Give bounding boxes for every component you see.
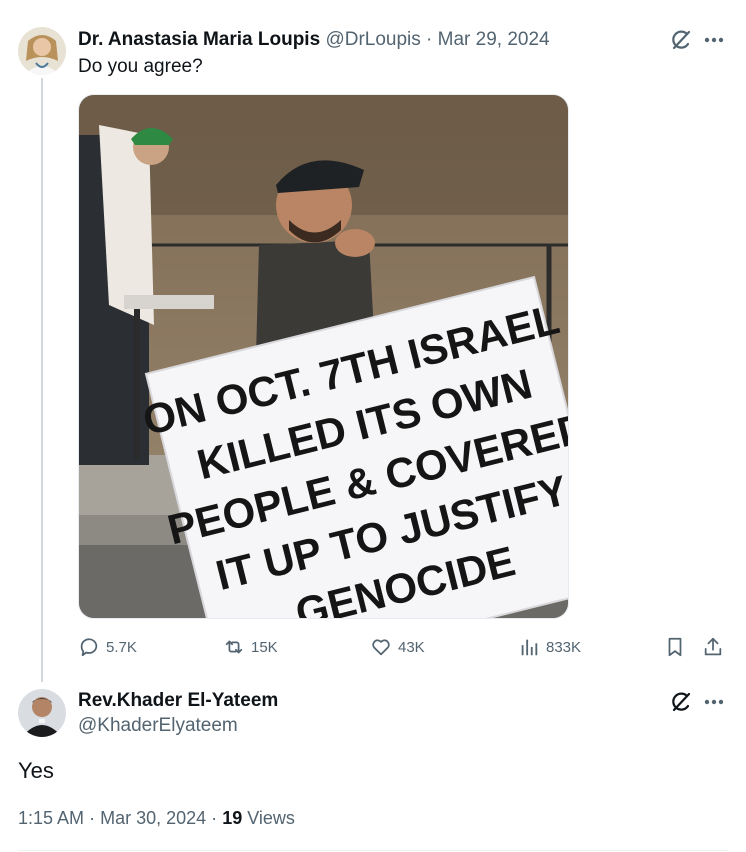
meta-separator: · (211, 808, 218, 828)
grok-icon[interactable] (668, 27, 694, 53)
reply-button[interactable]: 5.7K (78, 633, 137, 661)
more-options-icon[interactable] (701, 689, 727, 715)
tweet-media-photo[interactable]: ON OCT. 7TH ISRAEL KILLED ITS OWN PEOPLE… (78, 94, 569, 619)
grok-icon[interactable] (668, 689, 694, 715)
meta-separator: · (89, 808, 96, 828)
bookmark-icon (668, 637, 682, 657)
repost-button[interactable]: 15K (223, 633, 278, 661)
author-avatar[interactable] (18, 27, 66, 75)
views-chart-icon (521, 639, 538, 656)
share-button[interactable] (702, 633, 724, 661)
reply-count: 5.7K (106, 638, 137, 656)
repost-count: 15K (251, 638, 278, 656)
tweet-text: Do you agree? (78, 56, 203, 77)
reply-author-avatar[interactable] (18, 689, 66, 737)
thread-connector-line (41, 78, 43, 682)
repost-icon (225, 640, 243, 654)
views-count: 833K (546, 638, 582, 656)
tweet-date[interactable]: Mar 29, 2024 (438, 29, 550, 50)
reply-views-label: Views (247, 808, 295, 828)
more-options-icon[interactable] (701, 27, 727, 53)
author-handle[interactable]: @DrLoupis (325, 29, 420, 50)
reply-author-name[interactable]: Rev.Khader El-Yateem (78, 689, 278, 713)
header-separator: · (426, 29, 433, 50)
tweet-header: Dr. Anastasia Maria Loupis @DrLoupis · M… (78, 28, 550, 52)
reply-meta: 1:15 AM · Mar 30, 2024 · 19 Views (18, 806, 295, 830)
tweet-action-bar: 5.7K 15K 43K 833K (78, 633, 728, 661)
views-button[interactable]: 833K (518, 633, 581, 661)
author-name[interactable]: Dr. Anastasia Maria Loupis (78, 29, 320, 50)
bookmark-button[interactable] (664, 633, 686, 661)
divider (18, 850, 728, 851)
reply-time[interactable]: 1:15 AM (18, 808, 84, 828)
reply-date[interactable]: Mar 30, 2024 (100, 808, 206, 828)
reply-views-count: 19 (222, 808, 243, 828)
heart-icon (372, 639, 390, 656)
reply-author-handle[interactable]: @KhaderElyateem (78, 714, 238, 738)
share-icon (704, 637, 722, 656)
reply-icon (80, 638, 98, 657)
like-count: 43K (398, 638, 425, 656)
like-button[interactable]: 43K (370, 633, 425, 661)
reply-text: Yes (18, 758, 54, 783)
